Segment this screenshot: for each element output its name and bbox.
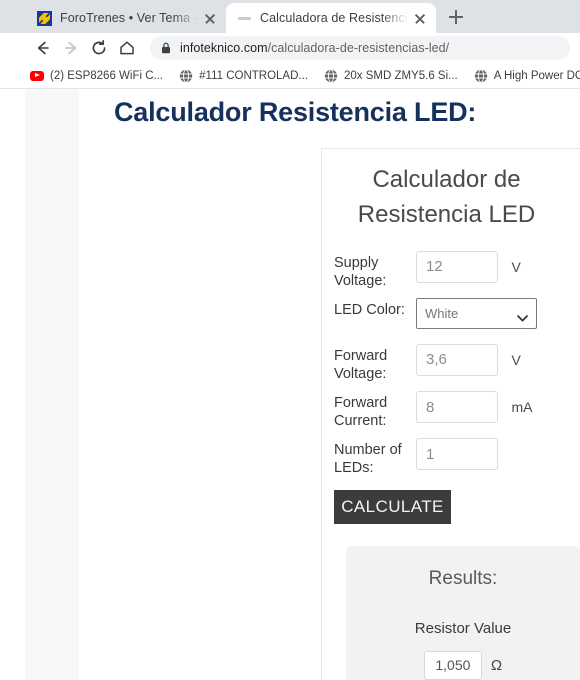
resistor-value-output[interactable] bbox=[423, 650, 482, 680]
url-host: infoteknico.com bbox=[180, 41, 268, 55]
label-forward-voltage: Forward Voltage: bbox=[334, 347, 388, 382]
unit-forward-current: mA bbox=[511, 399, 533, 416]
bookmark-item-controlad[interactable]: #111 CONTROLAD... bbox=[179, 68, 308, 83]
lock-icon bbox=[160, 41, 172, 55]
new-tab-button[interactable] bbox=[442, 3, 470, 31]
close-icon[interactable] bbox=[412, 10, 428, 26]
youtube-icon bbox=[30, 69, 44, 83]
bookmarks-bar: (2) ESP8266 WiFi C... #111 CONTROLAD... bbox=[0, 63, 580, 89]
calculator-heading-line2: Resistencia LED bbox=[357, 200, 536, 228]
globe-icon bbox=[474, 68, 488, 83]
field-row-forward-voltage: Forward Voltage: V bbox=[334, 343, 567, 383]
chevron-down-icon bbox=[517, 310, 528, 322]
forward-arrow-icon[interactable] bbox=[58, 35, 84, 61]
bookmark-label: (2) ESP8266 WiFi C... bbox=[50, 69, 164, 82]
page-title: Calculador Resistencia LED: bbox=[114, 97, 477, 127]
led-color-selected-value: White bbox=[425, 305, 459, 321]
resistor-unit-ohm: Ω bbox=[490, 656, 503, 674]
bookmark-item-esp8266[interactable]: (2) ESP8266 WiFi C... bbox=[30, 69, 163, 83]
calculator-heading-line1: Calculador de bbox=[372, 166, 521, 193]
bookmark-label: 20x SMD ZMY5.6 Si... bbox=[343, 69, 458, 82]
bookmark-item-smd[interactable]: 20x SMD ZMY5.6 Si... bbox=[324, 68, 458, 83]
url-text: infoteknico.com/calculadora-de-resistenc… bbox=[180, 41, 449, 55]
address-bar[interactable]: infoteknico.com/calculadora-de-resistenc… bbox=[150, 36, 570, 60]
forward-current-input[interactable] bbox=[416, 391, 498, 424]
unit-supply-voltage: V bbox=[511, 258, 521, 275]
resistor-value-label: Resistor Value bbox=[414, 619, 512, 637]
control-forward-voltage: V bbox=[416, 343, 521, 376]
calculator-heading: Calculador de Resistencia LED bbox=[334, 163, 567, 233]
label-led-color: LED Color: bbox=[334, 301, 405, 318]
resistor-value-row: Ω bbox=[346, 650, 580, 680]
supply-voltage-input[interactable] bbox=[416, 250, 498, 283]
field-row-forward-current: Forward Current: mA bbox=[334, 391, 567, 430]
reload-icon[interactable] bbox=[86, 35, 112, 61]
results-panel: Results: Resistor Value Ω bbox=[346, 545, 580, 680]
field-row-number-of-leds: Number of LEDs: bbox=[334, 438, 567, 477]
browser-toolbar: infoteknico.com/calculadora-de-resistenc… bbox=[0, 33, 580, 63]
bookmark-item-dcc[interactable]: A High Power DCC... bbox=[474, 68, 580, 83]
tab-title: Calculadora de Resistencias LED - bbox=[260, 11, 408, 25]
browser-tab-forotrenes[interactable]: ForoTrenes • Ver Tema - Duda se bbox=[26, 3, 226, 33]
browser-window: ForoTrenes • Ver Tema - Duda se Calculad… bbox=[0, 0, 580, 680]
back-arrow-icon[interactable] bbox=[30, 35, 56, 61]
results-title: Results: bbox=[428, 567, 498, 589]
field-row-supply-voltage: Supply Voltage: V bbox=[334, 250, 567, 290]
control-supply-voltage: V bbox=[416, 250, 521, 283]
page-dash-favicon bbox=[236, 10, 252, 26]
tab-strip: ForoTrenes • Ver Tema - Duda se Calculad… bbox=[0, 0, 580, 33]
control-led-color: White bbox=[416, 297, 537, 329]
left-sidebar-rail bbox=[25, 89, 79, 680]
browser-tab-calculadora[interactable]: Calculadora de Resistencias LED - bbox=[226, 3, 436, 33]
field-row-led-color: LED Color: White bbox=[334, 297, 567, 336]
tab-title: ForoTrenes • Ver Tema - Duda se bbox=[60, 11, 198, 25]
calculator-card: Calculador de Resistencia LED Supply Vol… bbox=[321, 148, 580, 680]
globe-icon bbox=[179, 68, 193, 83]
led-color-select[interactable]: White bbox=[416, 297, 537, 329]
number-of-leds-input[interactable] bbox=[416, 438, 498, 471]
bookmark-label: A High Power DCC... bbox=[493, 69, 580, 82]
page-content: Calculador Resistencia LED: Calculador d… bbox=[0, 89, 580, 680]
bookmark-label: #111 CONTROLAD... bbox=[199, 69, 308, 82]
calculate-button[interactable]: CALCULATE bbox=[334, 489, 451, 524]
control-number-of-leds bbox=[416, 438, 498, 471]
label-number-of-leds: Number of LEDs: bbox=[334, 442, 402, 477]
close-icon[interactable] bbox=[202, 10, 218, 26]
globe-icon bbox=[324, 68, 338, 83]
label-forward-current: Forward Current: bbox=[334, 395, 388, 430]
control-forward-current: mA bbox=[416, 391, 533, 424]
home-icon[interactable] bbox=[114, 35, 140, 61]
label-supply-voltage: Supply Voltage: bbox=[334, 254, 387, 289]
unit-forward-voltage: V bbox=[511, 351, 521, 368]
url-path: /calculadora-de-resistencias-led/ bbox=[267, 41, 450, 55]
forotrenes-favicon bbox=[36, 10, 52, 26]
forward-voltage-input[interactable] bbox=[416, 343, 498, 376]
